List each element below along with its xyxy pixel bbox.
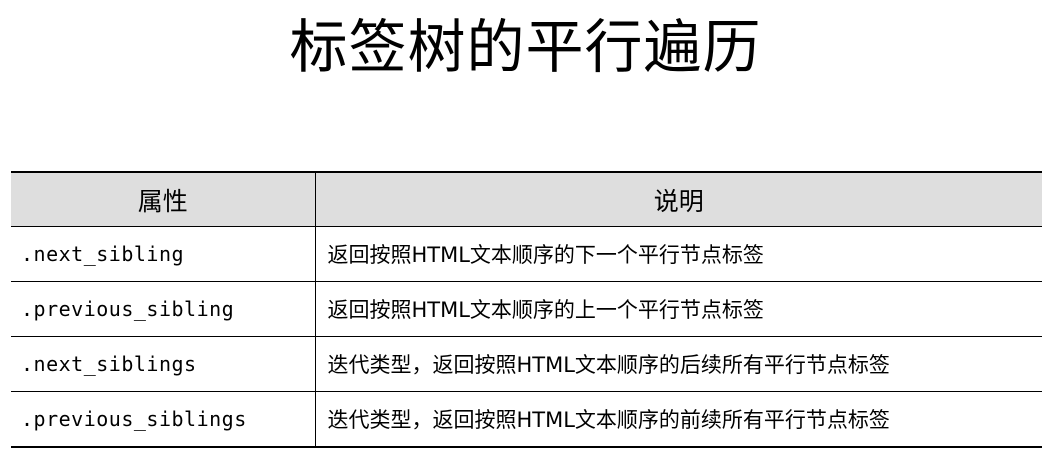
description-cell: 迭代类型，返回按照HTML文本顺序的前续所有平行节点标签: [315, 391, 1042, 448]
attribute-cell: .previous_sibling: [11, 281, 316, 337]
page-title: 标签树的平行遍历: [289, 13, 762, 81]
attribute-cell: .previous_siblings: [11, 391, 316, 448]
header-attribute: 属性: [11, 171, 316, 227]
attribute-table: 属性 说明 .next_sibling 返回按照HTML文本顺序的下一个平行节点…: [11, 171, 1042, 448]
attribute-cell: .next_siblings: [11, 336, 316, 392]
description-cell: 返回按照HTML文本顺序的上一个平行节点标签: [315, 281, 1042, 337]
description-cell: 返回按照HTML文本顺序的下一个平行节点标签: [315, 226, 1042, 282]
table-row: .next_siblings 迭代类型，返回按照HTML文本顺序的后续所有平行节…: [11, 336, 1042, 392]
table-row: .previous_siblings 迭代类型，返回按照HTML文本顺序的前续所…: [11, 391, 1042, 448]
description-cell: 迭代类型，返回按照HTML文本顺序的后续所有平行节点标签: [315, 336, 1042, 392]
header-description: 说明: [315, 171, 1042, 227]
table-row: .next_sibling 返回按照HTML文本顺序的下一个平行节点标签: [11, 226, 1042, 282]
table-row: .previous_sibling 返回按照HTML文本顺序的上一个平行节点标签: [11, 281, 1042, 337]
attribute-cell: .next_sibling: [11, 226, 316, 282]
table-header-row: 属性 说明: [11, 171, 1042, 227]
